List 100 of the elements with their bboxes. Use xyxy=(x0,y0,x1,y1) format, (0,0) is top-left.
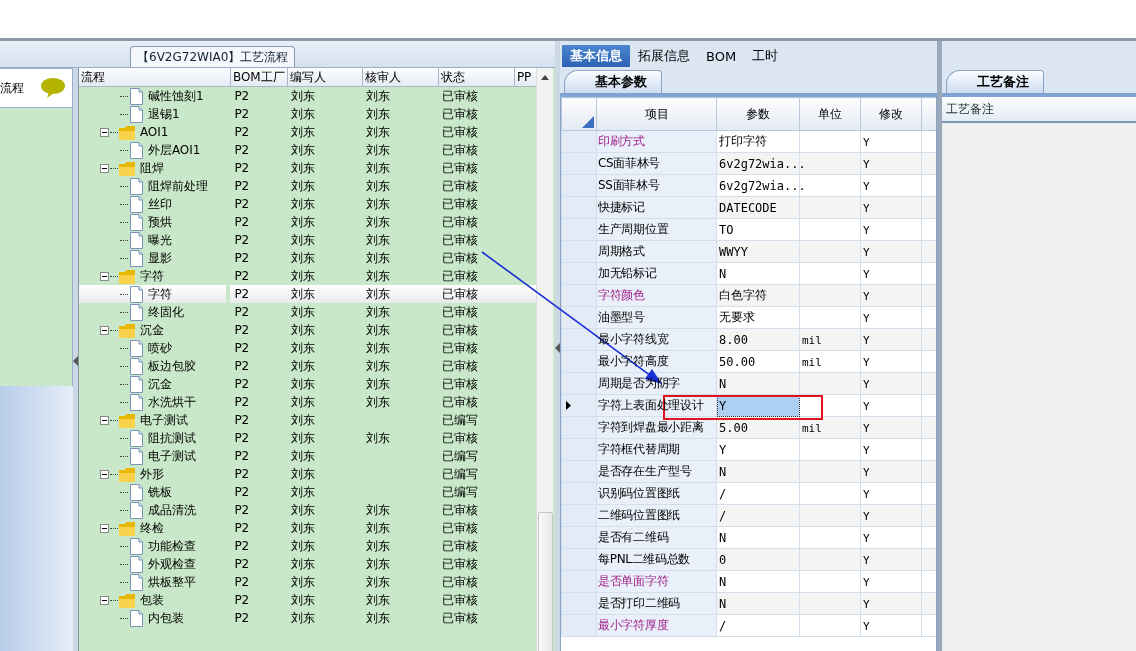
tab[interactable]: 工时 xyxy=(744,45,787,67)
tree-node-label[interactable]: 板边包胶 xyxy=(147,357,196,375)
tree-node-label[interactable]: 沉金 xyxy=(139,321,164,339)
tree-node-label[interactable]: 电子测试 xyxy=(139,411,188,429)
table-cell-text: P2 xyxy=(233,340,251,357)
tree-node-label[interactable]: 丝印 xyxy=(147,195,172,213)
table-cell[interactable]: 50.00 xyxy=(716,350,800,373)
table-cell-text: 刘东 xyxy=(290,195,317,213)
table-cell-text: 已审核 xyxy=(441,159,480,177)
collapse-icon[interactable] xyxy=(99,415,109,425)
table-cell-text: P2 xyxy=(233,466,251,483)
notes-tab[interactable]: 工艺备注 xyxy=(946,70,1044,93)
tree-node-label[interactable]: 退锡1 xyxy=(147,105,180,123)
tree-node-label[interactable]: 水洗烘干 xyxy=(147,393,196,411)
tree-node-label[interactable]: 成品清洗 xyxy=(147,501,196,519)
tree-node-label[interactable]: 烘板整平 xyxy=(147,573,196,591)
tree-node-label[interactable]: 喷砂 xyxy=(147,339,172,357)
collapse-icon[interactable] xyxy=(99,469,109,479)
table-cell: Y xyxy=(863,157,870,171)
tree-node-label[interactable]: 阻焊 xyxy=(139,159,164,177)
table-cell: 字符框代替周期 xyxy=(598,442,680,456)
table-cell-text: P2 xyxy=(233,322,251,339)
column-header[interactable]: 核审人 xyxy=(362,68,439,87)
tree-node-label[interactable]: 外层AOI1 xyxy=(147,141,201,159)
table-cell[interactable]: Y xyxy=(716,438,800,461)
collapse-icon[interactable] xyxy=(99,523,109,533)
table-cell-text: 刘东 xyxy=(365,105,392,123)
column-header[interactable]: BOM工厂 xyxy=(230,68,288,87)
table-cell-text: 已审核 xyxy=(441,213,480,231)
table-cell-text: P2 xyxy=(233,160,251,177)
tree-node-label[interactable]: 内包装 xyxy=(147,609,184,627)
table-cell: Y xyxy=(863,619,870,633)
scrollbar[interactable] xyxy=(536,68,553,651)
table-cell-text: 刘东 xyxy=(365,375,392,393)
column-header[interactable]: 流程 xyxy=(78,68,231,87)
table-cell[interactable]: / xyxy=(716,614,800,637)
table-cell[interactable]: 打印字符 xyxy=(716,130,800,153)
table-cell-text: P2 xyxy=(233,412,251,429)
document-icon xyxy=(128,285,144,303)
table-cell[interactable]: 无要求 xyxy=(716,306,800,329)
table-cell-text: 刘东 xyxy=(365,213,392,231)
column-header[interactable]: 编写人 xyxy=(287,68,363,87)
tree-node-label[interactable]: 外形 xyxy=(139,465,164,483)
table-cell: Y xyxy=(863,531,870,545)
table-cell-text: P2 xyxy=(233,592,251,609)
tree-node-label[interactable]: 碱性蚀刻1 xyxy=(147,87,204,105)
tree-node-label[interactable]: 阻焊前处理 xyxy=(147,177,208,195)
collapse-icon[interactable] xyxy=(99,595,109,605)
tree-node-label[interactable]: 曝光 xyxy=(147,231,172,249)
table-cell: Y xyxy=(863,267,870,281)
table-cell-text: 刘东 xyxy=(365,537,392,555)
tree-node-label[interactable]: 外观检查 xyxy=(147,555,196,573)
tree-node-label[interactable]: 铣板 xyxy=(147,483,172,501)
column-header[interactable]: 项目 xyxy=(596,97,717,131)
sub-tab[interactable]: 基本参数 xyxy=(564,70,662,93)
collapse-icon[interactable] xyxy=(99,127,109,137)
column-header[interactable]: 单位 xyxy=(799,97,861,131)
table-cell: 已审核 xyxy=(438,86,515,105)
tree-node-label[interactable]: 字符 xyxy=(147,285,172,303)
table-cell[interactable]: N xyxy=(716,570,800,593)
panel-title-tab[interactable]: 【6V2G72WIA0】工艺流程 xyxy=(130,46,296,67)
collapse-icon[interactable] xyxy=(99,163,109,173)
collapse-icon[interactable] xyxy=(99,325,109,335)
tab[interactable]: 基本信息 xyxy=(562,45,630,67)
folder-icon xyxy=(118,412,136,428)
tab[interactable]: 拓展信息 xyxy=(630,45,698,67)
tree-node-label[interactable]: 显影 xyxy=(147,249,172,267)
table-cell[interactable]: N xyxy=(716,262,800,285)
tree-node-label[interactable]: 电子测试 xyxy=(147,447,196,465)
table-cell-text: 刘东 xyxy=(365,555,392,573)
collapse-icon[interactable] xyxy=(99,271,109,281)
column-header[interactable]: 参数 xyxy=(716,97,800,131)
tree-node-label[interactable]: 字符 xyxy=(139,267,164,285)
table-cell[interactable]: / xyxy=(716,482,800,505)
table-cell: 是否有二维码 xyxy=(598,530,669,544)
table-cell: Y xyxy=(863,421,870,435)
table-cell-text: 刘东 xyxy=(365,177,392,195)
table-cell: Y xyxy=(863,135,870,149)
table-cell[interactable]: N xyxy=(716,526,800,549)
tree-node-label[interactable]: 沉金 xyxy=(147,375,172,393)
table-cell-text: 已审核 xyxy=(441,537,480,555)
tree-node-label[interactable]: 预烘 xyxy=(147,213,172,231)
scroll-thumb[interactable] xyxy=(537,512,553,651)
table-cell-text: P2 xyxy=(233,376,251,393)
tree-node-label[interactable]: 包装 xyxy=(139,591,164,609)
tree-node-label[interactable]: 终检 xyxy=(139,519,164,537)
column-header[interactable]: 修改 xyxy=(860,97,922,131)
table-cell-text: 已审核 xyxy=(441,141,480,159)
tab[interactable]: BOM xyxy=(698,45,745,67)
table-cell-text: P2 xyxy=(233,232,251,249)
tree-node-label[interactable]: 阻抗测试 xyxy=(147,429,196,447)
table-cell-text: 已审核 xyxy=(441,321,480,339)
tree-node-label[interactable]: 终固化 xyxy=(147,303,184,321)
table-cell[interactable]: TO xyxy=(716,218,800,241)
table-cell-text: 已审核 xyxy=(441,105,480,123)
tree-node-label[interactable]: 功能检查 xyxy=(147,537,196,555)
document-icon xyxy=(128,249,144,267)
tree-node-label[interactable]: AOI1 xyxy=(139,125,169,139)
document-icon xyxy=(128,573,144,591)
column-header[interactable]: 状态 xyxy=(438,68,515,87)
